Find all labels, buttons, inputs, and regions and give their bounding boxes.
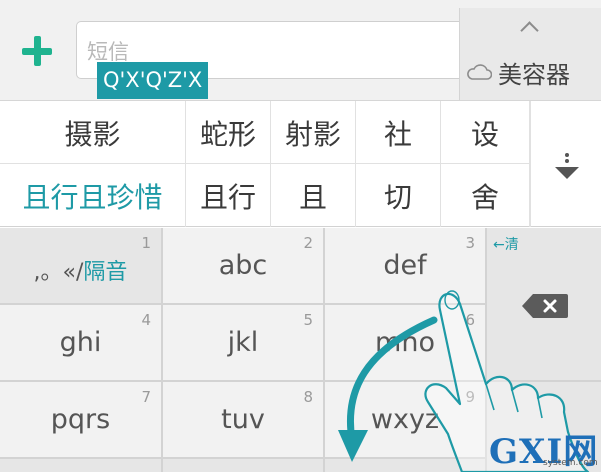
key-number: 1 bbox=[141, 234, 151, 252]
key-3-def[interactable]: 3 def bbox=[325, 228, 487, 305]
candidate-word-selected[interactable]: 且行且珍惜 bbox=[0, 164, 186, 227]
expand-candidates-button[interactable] bbox=[530, 101, 601, 227]
key-label: tuv bbox=[221, 404, 265, 435]
key-8-tuv[interactable]: 8 tuv bbox=[163, 382, 325, 459]
cloud-icon bbox=[466, 64, 492, 80]
candidate-row-2: 且行且珍惜 且行 且 切 舍 bbox=[0, 164, 530, 227]
key-4-ghi[interactable]: 4 ghi bbox=[0, 305, 163, 382]
candidate-word[interactable]: 设 bbox=[441, 101, 530, 164]
backspace-icon bbox=[522, 294, 568, 318]
beauty-label: 美容器 bbox=[498, 60, 570, 89]
key-5-jkl[interactable]: 5 jkl bbox=[163, 305, 325, 382]
chevron-down-icon bbox=[555, 167, 579, 179]
more-dots-icon bbox=[565, 153, 569, 157]
key-6-mno[interactable]: 6 mno bbox=[325, 305, 487, 382]
candidate-word[interactable]: 社 bbox=[356, 101, 441, 164]
pinyin-composing-text: Q'X'Q'Z'X bbox=[97, 62, 209, 99]
key-2-abc[interactable]: 2 abc bbox=[163, 228, 325, 305]
watermark-site: system.com bbox=[543, 458, 598, 468]
chevron-up-icon[interactable] bbox=[520, 18, 540, 38]
key-label: abc bbox=[218, 250, 268, 281]
key-bottom-middle[interactable] bbox=[163, 459, 325, 472]
key-label: mno bbox=[375, 327, 435, 358]
candidate-word[interactable]: 且 bbox=[271, 164, 356, 227]
key-label: jkl bbox=[227, 327, 259, 358]
key-label: ,。«/隔音 bbox=[33, 260, 128, 285]
key-label: wxyz bbox=[370, 404, 440, 435]
backspace-key[interactable]: ←清 bbox=[487, 228, 601, 382]
beauty-button[interactable]: 美容器 bbox=[466, 54, 570, 90]
add-attachment-button[interactable] bbox=[12, 26, 62, 76]
candidate-row-1: 摄影 蛇形 射影 社 设 bbox=[0, 101, 530, 164]
key-bottom-right[interactable] bbox=[325, 459, 487, 472]
keyboard-side-panel: 美容器 bbox=[459, 8, 601, 100]
key-label: def bbox=[383, 250, 427, 281]
key-bottom-left[interactable] bbox=[0, 459, 163, 472]
candidate-word[interactable]: 且行 bbox=[186, 164, 271, 227]
candidate-word[interactable]: 摄影 bbox=[0, 101, 186, 164]
key-label: ghi bbox=[59, 327, 102, 358]
candidate-word[interactable]: 切 bbox=[356, 164, 441, 227]
key-7-pqrs[interactable]: 7 pqrs bbox=[0, 382, 163, 459]
compose-bar: 短信 美容器 bbox=[0, 0, 601, 101]
key-label: pqrs bbox=[50, 404, 111, 435]
candidate-word[interactable]: 射影 bbox=[271, 101, 356, 164]
candidate-word[interactable]: 蛇形 bbox=[186, 101, 271, 164]
candidate-area: 摄影 蛇形 射影 社 设 且行且珍惜 且行 且 切 舍 bbox=[0, 101, 601, 227]
key-9-wxyz[interactable]: 9 wxyz bbox=[325, 382, 487, 459]
clear-hint: ←清 bbox=[493, 237, 519, 253]
key-1-punctuation[interactable]: 1 ,。«/隔音 bbox=[0, 228, 163, 305]
candidate-word[interactable]: 舍 bbox=[441, 164, 530, 227]
site-watermark: GXI网 system.com bbox=[487, 424, 601, 472]
